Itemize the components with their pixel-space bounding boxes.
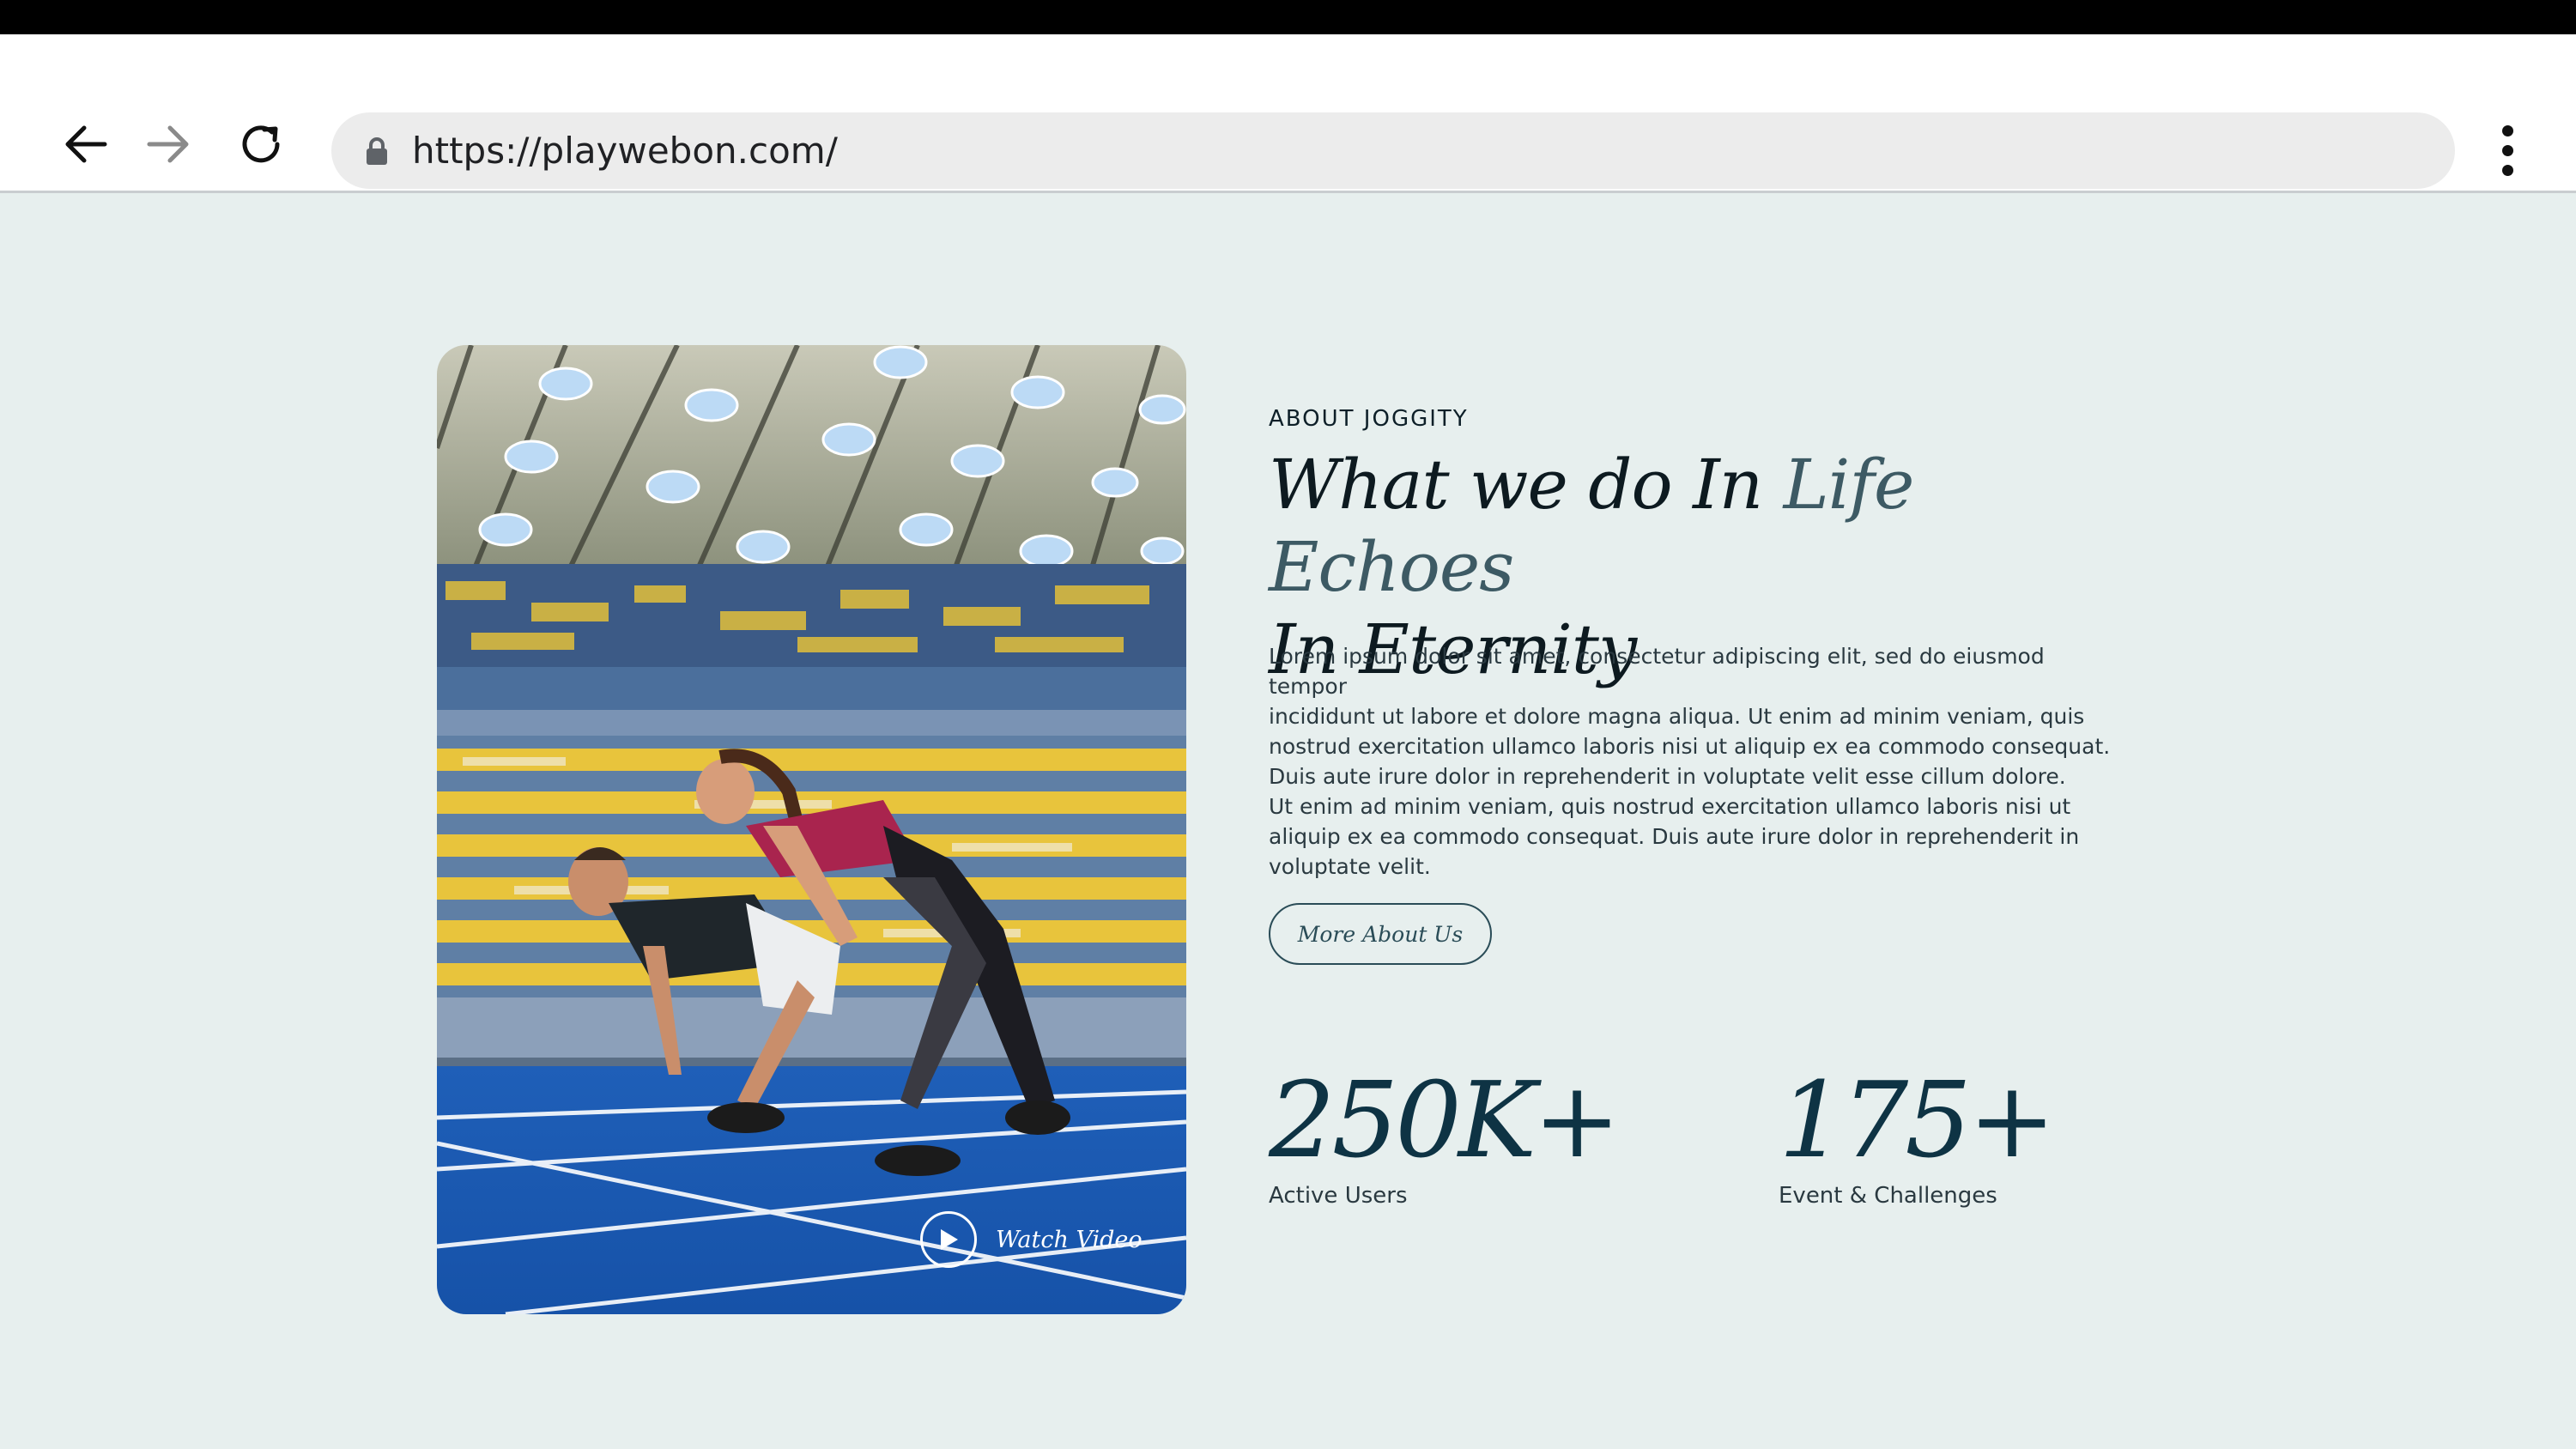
- more-about-us-button[interactable]: More About Us: [1269, 903, 1492, 965]
- watch-video-button[interactable]: Watch Video: [920, 1211, 1143, 1268]
- headline-part-1: What we do In: [1269, 445, 1784, 524]
- reload-icon: [242, 125, 280, 163]
- paragraph-line: nostrud exercitation ullamco laboris nis…: [1269, 734, 2111, 759]
- paragraph-line: aliquip ex ea commodo consequat. Duis au…: [1269, 824, 2080, 849]
- url-text: https://playwebon.com/: [412, 130, 838, 172]
- about-section: Watch Video ABOUT JOGGITY What we do In …: [0, 193, 2576, 1449]
- paragraph-line: Ut enim ad minim veniam, quis nostrud ex…: [1269, 794, 2071, 819]
- watch-video-label: Watch Video: [996, 1226, 1143, 1253]
- stadium-sprint-image: [437, 345, 1186, 1314]
- arrow-left-icon: [65, 125, 107, 163]
- browser-menu-button[interactable]: [2489, 120, 2531, 180]
- paragraph-line: Duis aute irure dolor in reprehenderit i…: [1269, 764, 2066, 789]
- browser-toolbar: https://playwebon.com/: [0, 34, 2576, 193]
- paragraph-line: Lorem ipsum dolor sit amet, consectetur …: [1269, 644, 2045, 699]
- section-paragraph: Lorem ipsum dolor sit amet, consectetur …: [1269, 641, 2118, 882]
- stat-label: Event & Challenges: [1779, 1183, 1997, 1209]
- stat-value: 175+: [1779, 1059, 2056, 1181]
- reload-button[interactable]: [235, 118, 287, 170]
- play-icon: [920, 1211, 977, 1268]
- arrow-right-icon: [147, 125, 189, 163]
- stat-label: Active Users: [1269, 1183, 1408, 1209]
- stat-value: 250K+: [1269, 1059, 1621, 1181]
- stat-events-challenges: 175+ Event & Challenges: [1779, 1059, 2056, 1209]
- address-bar[interactable]: https://playwebon.com/: [331, 112, 2455, 189]
- system-status-bar: [0, 0, 2576, 34]
- kebab-menu-icon: [2502, 125, 2513, 136]
- athletes-photo: Watch Video: [437, 345, 1186, 1314]
- back-button[interactable]: [60, 118, 112, 170]
- lock-icon: [367, 137, 387, 165]
- paragraph-line: voluptate velit.: [1269, 854, 1431, 879]
- paragraph-line: incididunt ut labore et dolore magna ali…: [1269, 704, 2085, 729]
- section-kicker: ABOUT JOGGITY: [1269, 406, 1469, 432]
- forward-button[interactable]: [142, 118, 194, 170]
- stat-active-users: 250K+ Active Users: [1269, 1059, 1621, 1209]
